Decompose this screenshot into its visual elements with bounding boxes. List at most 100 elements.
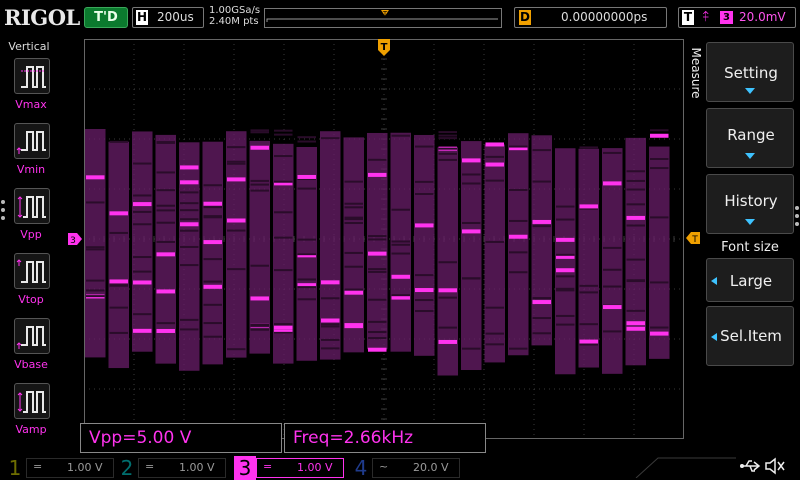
channel-4-status[interactable]: 4 ~ 20.0 V <box>350 456 462 480</box>
trace-shadow-segment <box>274 129 293 132</box>
trace-shadow-segment <box>438 326 457 329</box>
trace-shadow-segment <box>391 240 410 243</box>
measure-vtop-button[interactable] <box>14 253 50 289</box>
trace-level-segment <box>556 237 575 242</box>
waveform-display[interactable] <box>84 39 684 439</box>
horizontal-delay[interactable]: D 0.00000000ps <box>514 7 667 28</box>
trigger-level-marker-icon[interactable]: T <box>686 232 700 244</box>
trace-shadow-segment <box>579 343 598 346</box>
trace-shadow-segment <box>556 314 575 317</box>
trace-shadow-segment <box>180 245 199 248</box>
trace-shadow-segment <box>321 137 340 140</box>
font-size-select[interactable]: Large <box>706 258 794 302</box>
delay-value: 0.00000000ps <box>561 10 648 24</box>
trace-level-segment <box>180 180 199 185</box>
trace-shadow-segment <box>415 299 434 302</box>
measure-vbase-button[interactable] <box>14 318 50 354</box>
vmax-label: Vmax <box>15 98 47 111</box>
measure-vmin-button[interactable] <box>14 123 50 159</box>
trace-level-segment <box>415 223 434 228</box>
trace-shadow-segment <box>274 180 293 183</box>
trace-persistence-band <box>414 134 435 356</box>
trace-shadow-segment <box>274 331 293 334</box>
channel-scale: 1.00 V <box>179 461 215 474</box>
menu-title: Measure <box>689 47 703 99</box>
channel-1-status[interactable]: 1 = 1.00 V <box>4 456 116 480</box>
memory-depth: 2.40M pts <box>209 16 259 27</box>
channel-number: 2 <box>120 456 134 480</box>
channel-settings: = 1.00 V <box>256 458 344 478</box>
trace-shadow-segment <box>438 296 457 299</box>
coupling-icon: = <box>145 460 155 473</box>
trace-shadow-segment <box>485 306 504 309</box>
delay-letter: D <box>519 10 531 25</box>
trace-shadow-segment <box>603 330 622 333</box>
trace-level-segment <box>391 274 410 279</box>
channel-2-status[interactable]: 2 = 1.00 V <box>116 456 228 480</box>
channel-3-status[interactable]: 3 = 1.00 V <box>234 456 346 480</box>
trace-shadow-segment <box>203 335 222 338</box>
trace-level-segment <box>509 234 528 239</box>
vmax-pulse-icon <box>21 66 46 88</box>
trace-shadow-segment <box>556 205 575 208</box>
measure-vamp-button[interactable] <box>14 383 50 419</box>
trace-shadow-segment <box>438 158 457 161</box>
measure-vpp-button[interactable] <box>14 188 50 224</box>
vamp-pulse-icon <box>17 391 46 413</box>
trace-level-segment <box>438 288 457 293</box>
trace-level-segment <box>368 172 387 177</box>
trace-level-segment <box>462 158 481 163</box>
trace-level-segment <box>626 326 645 331</box>
timebase-letter: H <box>136 10 148 25</box>
trace-shadow-segment <box>556 253 575 256</box>
sel-item-button[interactable]: Sel.Item <box>706 306 794 366</box>
trace-shadow-segment <box>368 337 387 340</box>
trigger-settings[interactable]: T ⤉ 3 20.0mV <box>678 7 796 28</box>
channel-3-offset-marker-icon[interactable]: 3 <box>68 233 82 245</box>
trace-persistence-band <box>249 140 270 354</box>
trace-level-segment <box>603 181 622 186</box>
svg-text:3: 3 <box>70 236 76 245</box>
vamp-label: Vamp <box>15 423 47 436</box>
trace-shadow-segment <box>368 238 387 241</box>
trace-shadow-segment <box>462 221 481 224</box>
trigger-position-marker-icon[interactable]: T <box>377 39 391 57</box>
trace-shadow-segment <box>109 331 128 334</box>
trace-persistence-band <box>320 131 341 360</box>
setting-button[interactable]: Setting <box>706 42 794 102</box>
font-size-value: Large <box>729 272 773 290</box>
trace-shadow-segment <box>250 323 269 326</box>
trace-shadow-segment <box>509 271 528 274</box>
trace-level-segment <box>203 284 222 289</box>
trace-shadow-segment <box>180 218 199 221</box>
rising-falling-edge-icon: ⤉ <box>703 9 710 25</box>
trace-shadow-segment <box>532 149 551 152</box>
trace-shadow-segment <box>297 286 316 289</box>
trace-shadow-segment <box>509 188 528 191</box>
trace-shadow-segment <box>250 264 269 267</box>
trace-persistence-band <box>226 131 247 358</box>
trace-shadow-segment <box>297 140 316 143</box>
trace-level-segment <box>133 202 152 207</box>
measure-vmax-button[interactable] <box>14 58 50 94</box>
history-button[interactable]: History <box>706 174 794 234</box>
waveform-grid <box>84 39 684 439</box>
usb-icon <box>740 460 761 472</box>
trace-shadow-segment <box>485 343 504 346</box>
trace-shadow-segment <box>133 256 152 259</box>
chevron-down-icon <box>745 219 755 225</box>
range-button[interactable]: Range <box>706 108 794 168</box>
trace-shadow-segment <box>391 208 410 211</box>
trace-shadow-segment <box>133 270 152 273</box>
trace-shadow-segment <box>109 284 128 287</box>
trace-shadow-segment <box>485 155 504 158</box>
trace-shadow-segment <box>250 328 269 331</box>
memory-position-indicator[interactable]: T <box>264 8 502 28</box>
trace-shadow-segment <box>156 171 175 174</box>
trace-persistence-band <box>508 133 529 356</box>
trace-shadow-segment <box>133 313 152 316</box>
speaker-muted-icon[interactable] <box>764 457 786 475</box>
run-status-badge[interactable]: T'D <box>84 7 128 28</box>
trace-shadow-segment <box>109 231 128 234</box>
horizontal-timebase[interactable]: H 200us <box>132 7 204 28</box>
